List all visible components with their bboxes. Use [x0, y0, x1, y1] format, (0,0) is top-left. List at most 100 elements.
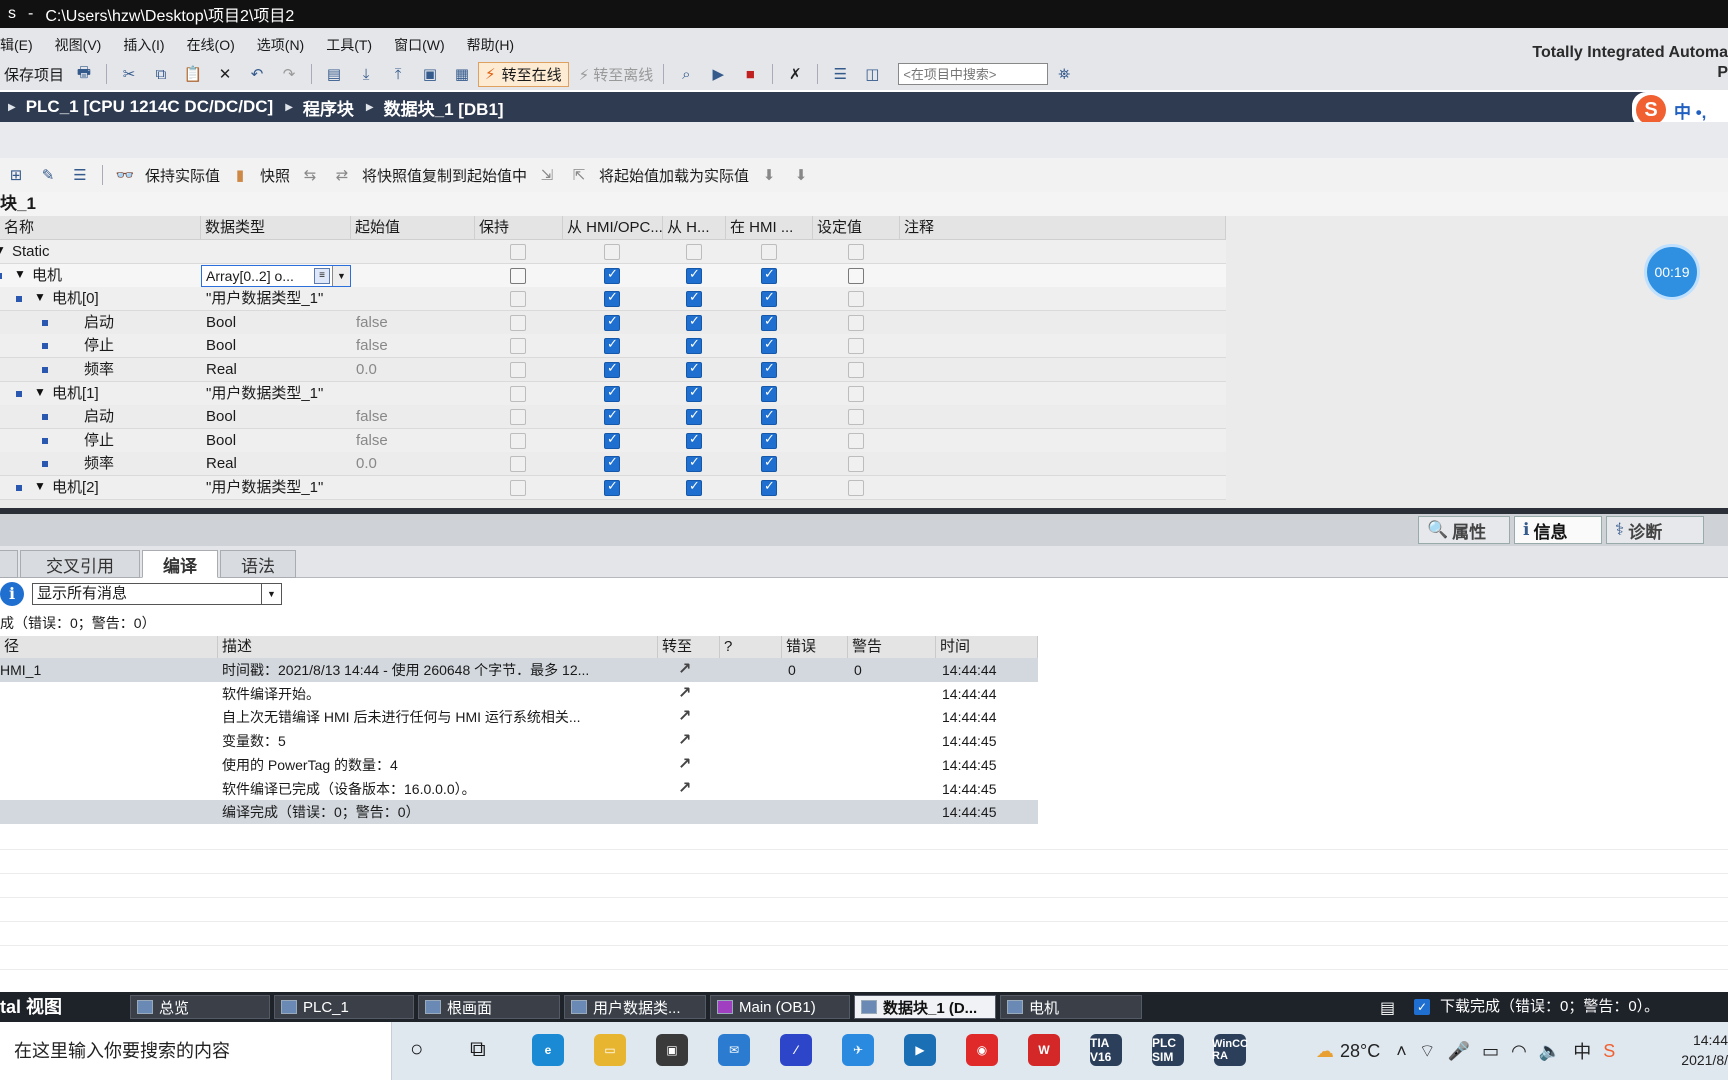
retain-icon[interactable]: ▮	[229, 165, 251, 185]
array-list-icon[interactable]: ≡	[314, 267, 330, 284]
hmi-write-checkbox[interactable]	[686, 431, 702, 449]
hmi-access-checkbox[interactable]	[604, 244, 620, 260]
table-row[interactable]: 频率 Real 0.0	[0, 358, 1226, 382]
message-row[interactable]: 软件编译已完成（设备版本：16.0.0.0）。 ↗ 14:44:45	[0, 777, 1038, 801]
row-name[interactable]: Static	[12, 240, 50, 264]
message-row[interactable]: 自上次无错编译 HMI 后未进行任何与 HMI 运行系统相关... ↗ 14:44:…	[0, 705, 1038, 729]
col-hmi-write-header[interactable]: 从 H...	[663, 216, 726, 240]
row-name[interactable]: 电机[1]	[52, 382, 99, 406]
table-row[interactable]: 停止 Bool false	[0, 334, 1226, 359]
table-row[interactable]: ▼ Static	[0, 240, 1226, 264]
windows-search-box[interactable]: 在这里输入你要搜索的内容	[0, 1022, 392, 1080]
chevron-down-icon[interactable]: ▼	[261, 584, 281, 604]
menu-help[interactable]: 帮助(H)	[467, 35, 514, 55]
chevron-down-icon[interactable]: ▼	[332, 265, 350, 286]
retain-checkbox[interactable]	[510, 409, 526, 426]
tab-syntax[interactable]: 语法	[220, 550, 296, 578]
hmi-access-checkbox[interactable]	[604, 266, 620, 284]
network-icon[interactable]: ⌔	[1419, 1040, 1436, 1063]
table-row[interactable]: 频率 Real 0.0	[0, 452, 1226, 477]
task-main-ob1[interactable]: Main (OB1)	[710, 995, 850, 1019]
hmi-access-checkbox[interactable]	[604, 360, 620, 378]
setpoint-checkbox[interactable]	[848, 456, 864, 473]
row-name[interactable]: 停止	[84, 429, 114, 453]
split-horizontal-icon[interactable]: ☰	[829, 64, 851, 84]
task-plc[interactable]: PLC_1	[274, 995, 414, 1019]
feishu-icon[interactable]: ✈	[842, 1034, 874, 1066]
message-row[interactable]: 使用的 PowerTag 的数量：4 ↗ 14:44:45	[0, 753, 1038, 777]
download-icon[interactable]: ⤓	[355, 64, 377, 84]
hmi-visible-checkbox[interactable]	[761, 313, 777, 331]
retain-checkbox[interactable]	[510, 291, 526, 308]
table-row[interactable]: 启动 Bool false	[0, 405, 1226, 430]
col-warnings-header[interactable]: 警告	[848, 636, 936, 658]
row-datatype[interactable]: Bool	[206, 429, 236, 453]
hmi-access-checkbox[interactable]	[604, 313, 620, 331]
hmi-write-checkbox[interactable]	[686, 360, 702, 378]
goto-arrow-icon[interactable]: ↗	[678, 658, 691, 682]
stop-simulation-icon[interactable]: ▦	[451, 64, 473, 84]
table-row[interactable]: ▼ 电机[1] "用户数据类型_1"	[0, 381, 1226, 406]
tray-expand-icon[interactable]: ˄	[1396, 1041, 1407, 1062]
hmi-access-checkbox[interactable]	[604, 384, 620, 402]
menu-edit[interactable]: 辑(E)	[0, 35, 33, 55]
hmi-visible-checkbox[interactable]	[761, 289, 777, 308]
hmi-write-checkbox[interactable]	[686, 313, 702, 331]
setpoint-checkbox[interactable]	[848, 432, 864, 449]
start-cpu-icon[interactable]: ▶	[707, 64, 729, 84]
row-datatype[interactable]: Bool	[206, 405, 236, 429]
goto-arrow-icon[interactable]: ↗	[678, 682, 691, 706]
col-help-header[interactable]: ?	[720, 636, 782, 658]
retain-checkbox[interactable]	[510, 480, 526, 496]
table-row[interactable]: 启动 Bool false	[0, 310, 1226, 335]
task-db1[interactable]: 数据块_1 (D...	[854, 995, 996, 1019]
tia-portal-icon[interactable]: TIA V16	[1090, 1034, 1122, 1066]
message-row[interactable]: HMI_1 时间戳：2021/8/13 14:44 - 使用 260648 个字节…	[0, 658, 1038, 682]
hmi-write-checkbox[interactable]	[686, 244, 702, 260]
print-icon[interactable]: 🖶	[73, 64, 95, 84]
ime-lang[interactable]: 中	[1573, 1038, 1591, 1064]
media-player-icon[interactable]: ▶	[904, 1034, 936, 1066]
retain-checkbox[interactable]	[510, 267, 526, 284]
store-icon[interactable]: ▣	[656, 1034, 688, 1066]
file-explorer-icon[interactable]: ▭	[594, 1034, 626, 1066]
status-panel-icon[interactable]: ▤	[1380, 998, 1395, 1018]
hmi-access-checkbox[interactable]	[604, 454, 620, 473]
retain-checkbox[interactable]	[510, 385, 526, 402]
hmi-visible-checkbox[interactable]	[761, 360, 777, 378]
hmi-access-checkbox[interactable]	[604, 336, 620, 355]
weather-temp[interactable]: 28°C	[1340, 1041, 1380, 1062]
row-datatype[interactable]: "用户数据类型_1"	[206, 382, 323, 406]
task-root-screen[interactable]: 根画面	[418, 995, 560, 1019]
search-binoculars-icon[interactable]: ⛯	[1053, 64, 1075, 84]
hmi-write-checkbox[interactable]	[686, 478, 702, 496]
breadcrumb-item-plc[interactable]: PLC_1 [CPU 1214C DC/DC/DC]	[26, 97, 274, 117]
goto-arrow-icon[interactable]: ↗	[678, 753, 691, 777]
row-datatype[interactable]: Bool	[206, 334, 236, 358]
load-start-icon[interactable]: ⇱	[568, 165, 590, 185]
message-row[interactable]: 变量数：5 ↗ 14:44:45	[0, 729, 1038, 753]
snapshot-copy-icon[interactable]: ⇆	[299, 165, 321, 185]
row-datatype[interactable]: Bool	[206, 311, 236, 335]
copy-snapshot-button[interactable]: 将快照值复制到起始值中	[362, 165, 527, 186]
setpoint-checkbox[interactable]	[848, 338, 864, 355]
hmi-access-checkbox[interactable]	[604, 289, 620, 308]
row-name[interactable]: 频率	[84, 452, 114, 476]
load-start-values-button[interactable]: 将起始值加载为实际值	[599, 165, 749, 186]
setpoint-checkbox[interactable]	[848, 385, 864, 402]
mic-icon[interactable]: 🎤	[1448, 1041, 1470, 1062]
upload-icon[interactable]: ⤒	[387, 64, 409, 84]
wifi-icon[interactable]: ◠	[1511, 1041, 1527, 1062]
retain-checkbox[interactable]	[510, 338, 526, 355]
col-path-header[interactable]: 径	[0, 636, 218, 658]
compile-icon[interactable]: ▤	[323, 64, 345, 84]
hmi-visible-checkbox[interactable]	[761, 266, 777, 284]
retain-checkbox[interactable]	[510, 244, 526, 260]
row-start-value[interactable]: 0.0	[356, 452, 377, 476]
task-motor[interactable]: 电机	[1000, 995, 1142, 1019]
load-icon[interactable]: ⬇	[758, 165, 780, 185]
battery-icon[interactable]: ▭	[1482, 1041, 1499, 1062]
hmi-visible-checkbox[interactable]	[761, 431, 777, 449]
setpoint-checkbox[interactable]	[848, 291, 864, 308]
wps-icon[interactable]: W	[1028, 1034, 1060, 1066]
